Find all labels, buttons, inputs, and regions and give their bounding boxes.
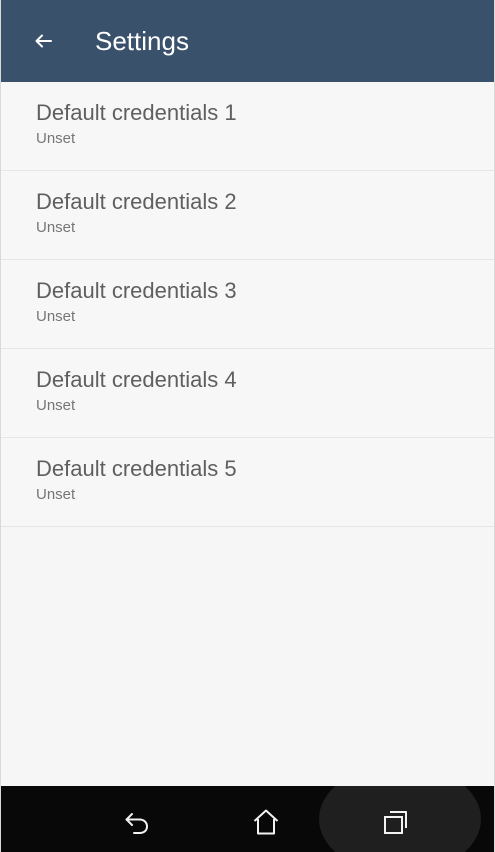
app-bar: Settings — [1, 0, 494, 82]
credential-title-1: Default credentials 1 — [36, 100, 237, 125]
settings-screen: Settings Default credentials 1 Unset Def… — [0, 0, 495, 852]
credential-title-2: Default credentials 2 — [36, 189, 237, 214]
credential-title-5: Default credentials 5 — [36, 456, 237, 481]
page-title: Settings — [95, 26, 189, 56]
credential-status-5: Unset — [36, 486, 76, 503]
settings-list: Default credentials 1 Unset Default cred… — [1, 82, 494, 527]
credential-status-1: Unset — [36, 130, 76, 147]
credential-status-2: Unset — [36, 219, 76, 236]
credential-list-item-2[interactable]: Default credentials 2 Unset — [1, 171, 494, 260]
credential-title-3: Default credentials 3 — [36, 278, 237, 303]
back-arrow-icon[interactable] — [31, 29, 55, 53]
credential-title-4: Default credentials 4 — [36, 367, 237, 392]
credential-list-item-5[interactable]: Default credentials 5 Unset — [1, 438, 494, 527]
credential-status-3: Unset — [36, 308, 76, 325]
undo-arrow-icon[interactable] — [119, 804, 155, 840]
android-navigation-bar — [1, 786, 494, 852]
credential-status-4: Unset — [36, 397, 76, 414]
credential-list-item-3[interactable]: Default credentials 3 Unset — [1, 260, 494, 349]
recent-apps-icon[interactable] — [377, 804, 413, 840]
home-outline-icon[interactable] — [248, 804, 284, 840]
credential-list-item-4[interactable]: Default credentials 4 Unset — [1, 349, 494, 438]
credential-list-item-1[interactable]: Default credentials 1 Unset — [1, 82, 494, 171]
